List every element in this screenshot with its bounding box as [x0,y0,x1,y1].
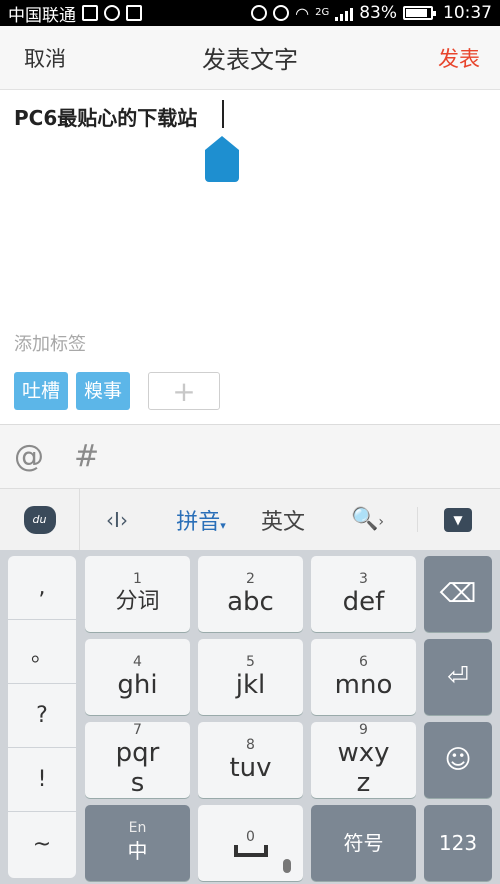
ime-toolbar: du ‹I› 拼音▾ 英文 🔍› ▼ [0,488,500,551]
key-label: 分词 [115,589,160,614]
tag-chip[interactable]: 糗事 [76,372,131,410]
symbols-key[interactable]: 符号 [311,805,416,881]
key-number: 0 [246,829,255,845]
microphone-icon [283,859,291,873]
search-icon: 🔍 [350,507,379,532]
pinyin-mode-label: 拼音 [176,509,221,535]
key-1[interactable]: 1 分词 [85,556,190,632]
ime-search-button[interactable]: 🔍› [318,507,418,532]
key-label: 中 [127,839,148,863]
hashtag-button[interactable]: # [74,439,99,474]
mention-button[interactable]: @ [14,439,44,474]
enter-icon: ⏎ [447,662,469,692]
key-number: 3 [359,571,368,587]
key-label: def [342,587,385,617]
page-title: 发表文字 [202,46,298,74]
add-tag-label: 添加标签 [14,334,86,355]
wifi-icon: ◠ [295,3,310,23]
key-5[interactable]: 5 jkl [198,639,303,715]
key-number: 6 [359,654,368,670]
key-7[interactable]: 7 pqr s [85,722,190,798]
backspace-key[interactable]: ⌫ [424,556,492,632]
key-4[interactable]: 4 ghi [85,639,190,715]
key-6[interactable]: 6 mno [311,639,416,715]
t9-keyboard: , 。 ? ! ~ 1 分词 2 abc 3 def ⌫ 4 ghi 5 jkl… [0,550,500,884]
signal-icon [335,5,354,21]
net-type: 2G [315,7,330,18]
publish-button[interactable]: 发表 [438,43,480,73]
tag-chip[interactable]: 吐槽 [14,372,69,410]
key-label: wxy z [337,738,390,798]
punct-key[interactable]: , [8,556,76,620]
key-label: 123 [438,831,478,855]
punct-key[interactable]: ~ [8,812,76,876]
punctuation-column: , 。 ? ! ~ [8,556,76,878]
punct-key[interactable]: ? [8,684,76,748]
carrier-label: 中国联通 [8,5,76,26]
key-number: 4 [133,654,142,670]
emoji-key[interactable]: ☺ [424,722,492,798]
key-number: 9 [359,722,368,738]
dropdown-arrow-icon: ▾ [220,518,226,532]
chevron-down-icon: ▼ [444,507,472,532]
numbers-key[interactable]: 123 [424,805,492,881]
key-2[interactable]: 2 abc [198,556,303,632]
key-9[interactable]: 9 wxy z [311,722,416,798]
key-label: ghi [117,670,158,700]
battery-icon [403,6,436,20]
english-mode-button[interactable]: 英文 [248,504,318,536]
key-8[interactable]: 8 tuv [198,722,303,798]
key-number: 2 [246,571,255,587]
du-icon [251,5,268,21]
emoji-icon: ☺ [444,745,472,775]
cursor-handle[interactable] [205,136,239,182]
key-label: 符号 [343,831,384,855]
tag-list: 吐槽 糗事 + [14,372,221,410]
key-number: 8 [246,737,255,753]
key-number: 7 [133,722,142,738]
enter-key[interactable]: ⏎ [424,639,492,715]
key-number: 1 [133,571,142,587]
image-icon [82,5,98,21]
header-bar: 取消 发表文字 发表 [0,26,500,90]
cancel-button[interactable]: 取消 [24,43,66,73]
chevron-right-icon: › [378,514,384,530]
key-label: tuv [229,753,272,783]
battery-percent: 83% [359,3,397,23]
backspace-icon: ⌫ [439,579,477,609]
space-key[interactable]: 0 [198,805,303,881]
add-tag-button[interactable]: + [148,372,221,410]
clock-time: 10:37 [443,3,492,23]
ime-logo-button[interactable]: du [0,488,80,551]
post-text[interactable]: PC6最贴心的下载站 [14,102,197,131]
clock-icon [273,5,290,21]
pinyin-mode-button[interactable]: 拼音▾ [154,504,248,536]
punct-key[interactable]: 。 [8,620,76,684]
space-icon [233,845,268,857]
post-editor[interactable]: PC6最贴心的下载站 [0,90,500,336]
hide-keyboard-button[interactable]: ▼ [418,507,498,532]
text-cursor [222,100,224,128]
cursor-move-icon[interactable]: ‹I› [80,508,154,532]
alarm-icon [104,5,120,21]
status-bar: 中国联通 ◠ 2G 83% 10:37 [0,0,500,26]
notification-icon [126,5,142,21]
key-sublabel: En [128,820,147,836]
language-switch-key[interactable]: En 中 [85,805,190,881]
du-bear-icon: du [23,505,56,534]
key-label: jkl [235,670,266,700]
key-label: mno [334,670,393,700]
punct-key[interactable]: ! [8,748,76,812]
key-label: abc [227,587,274,617]
key-3[interactable]: 3 def [311,556,416,632]
key-number: 5 [246,654,255,670]
insert-toolbar: @ # [0,424,500,488]
key-label: pqr s [115,738,160,798]
